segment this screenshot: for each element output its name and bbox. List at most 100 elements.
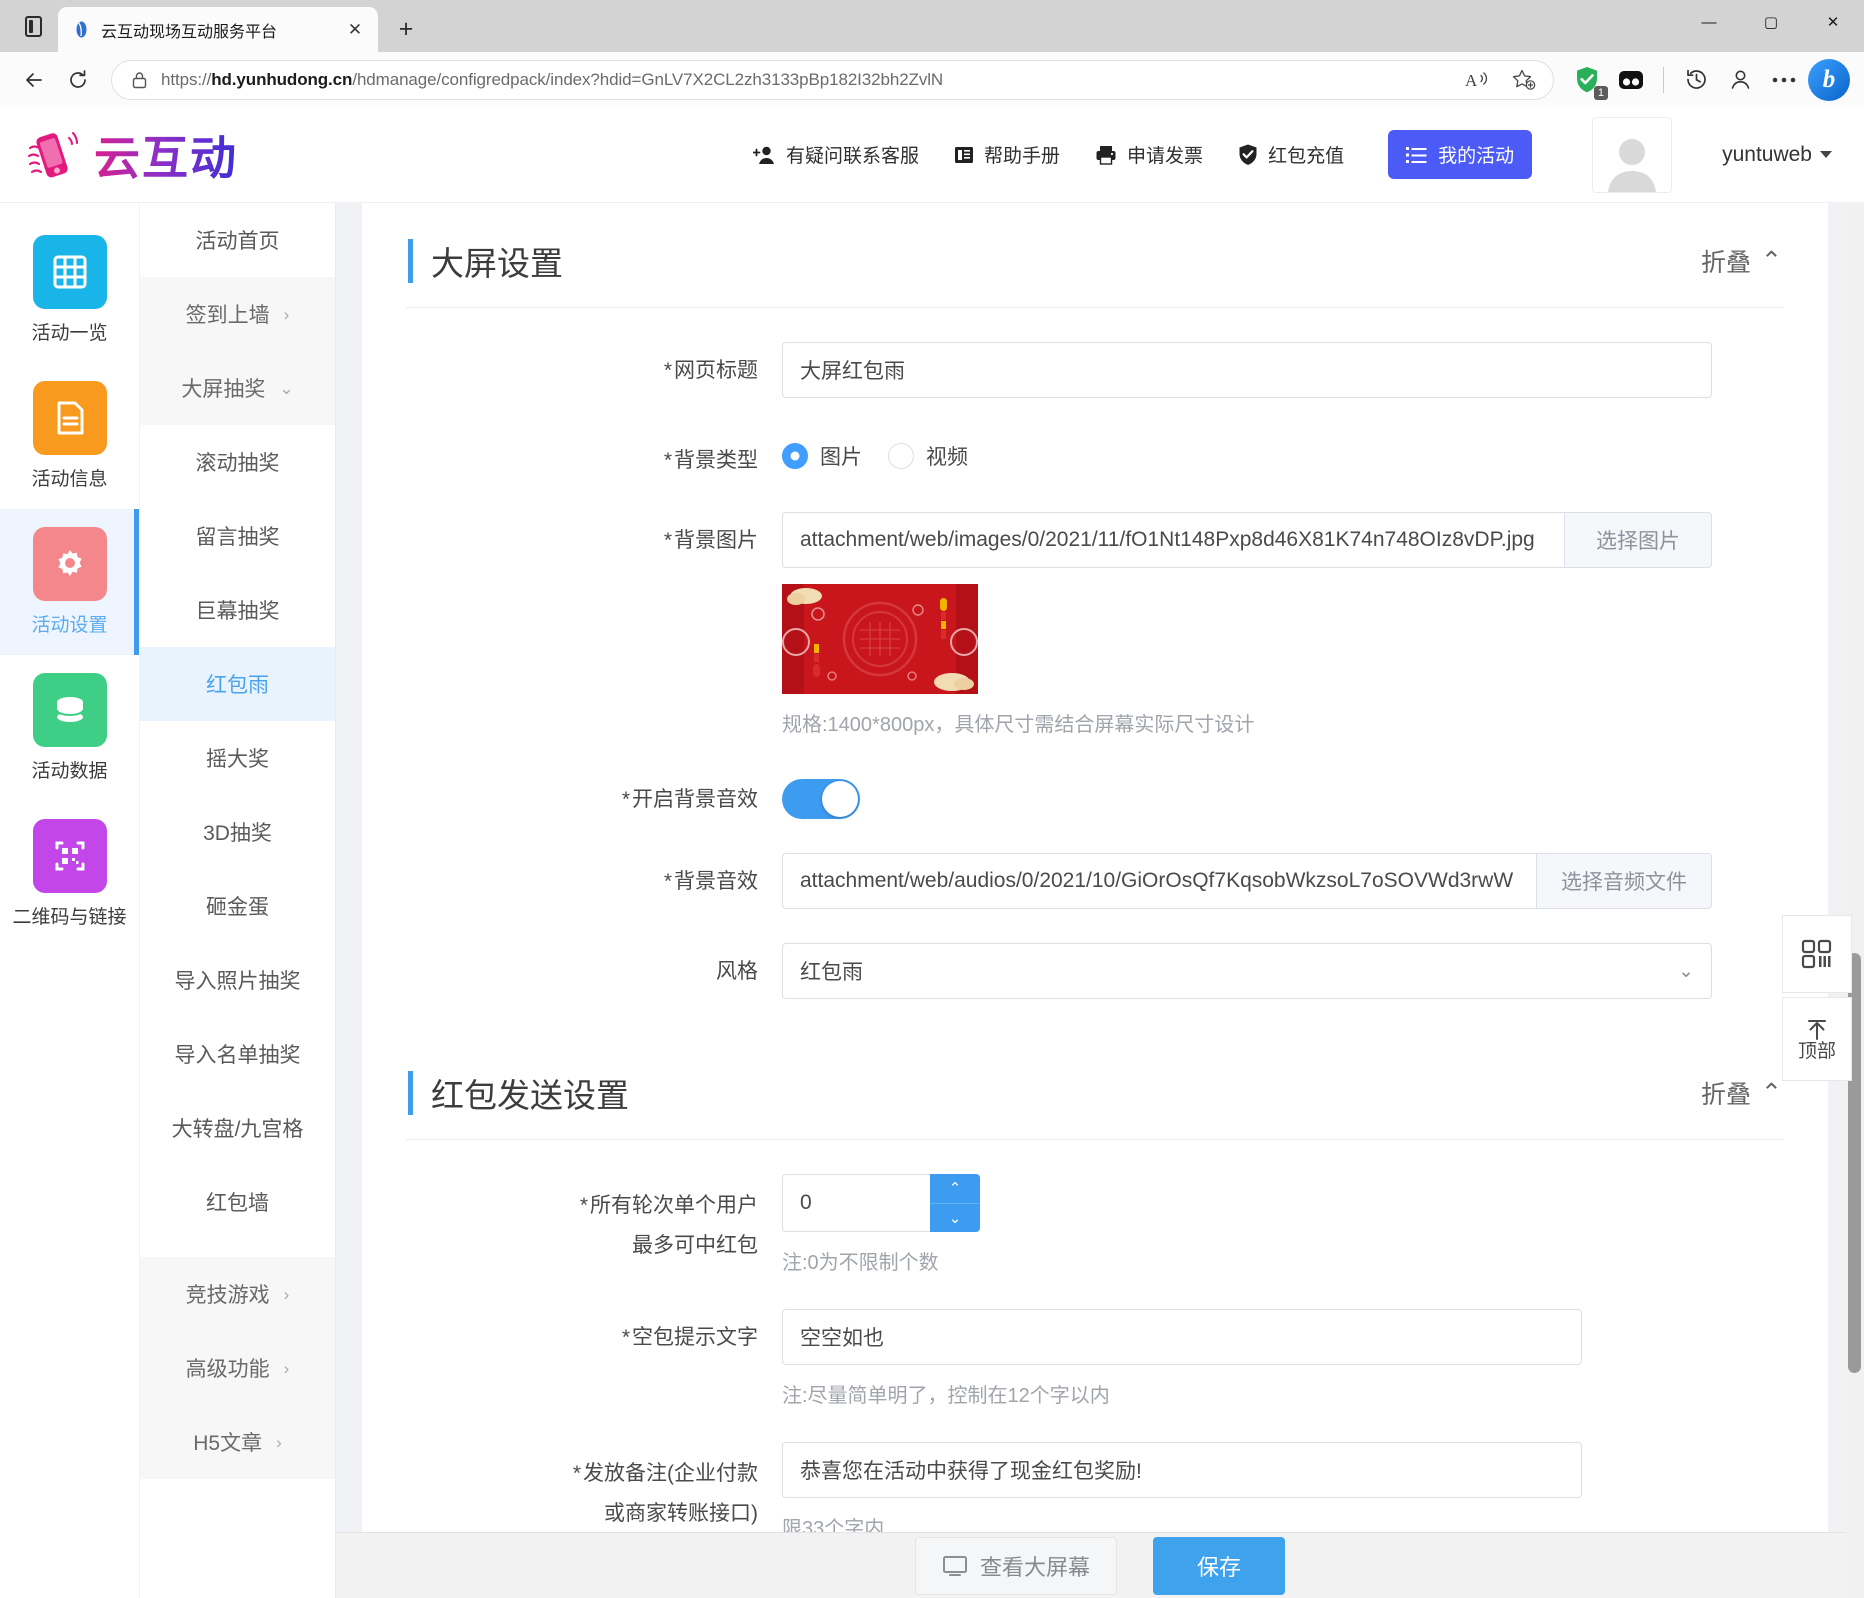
profile-icon[interactable]	[1720, 60, 1760, 100]
grid-icon	[33, 235, 107, 309]
field-label-bg-type: *背景类型	[362, 432, 782, 478]
avatar[interactable]	[1592, 117, 1672, 193]
header-nav: 有疑问联系客服 帮助手册 申请发票 红包充值 我的活动	[753, 117, 1832, 193]
section-header-screen-settings: 大屏设置 折叠 ⌃	[362, 203, 1828, 285]
preview-bigscreen-button[interactable]: 查看大屏幕	[915, 1537, 1117, 1595]
menu-item-shake-prize[interactable]: 摇大奖	[140, 721, 335, 795]
bg-audio-toggle-switch[interactable]	[782, 779, 860, 819]
field-row-remark: *发放备注(企业付款 或商家转账接口) 恭喜您在活动中获得了现金红包奖励! 限3…	[362, 1442, 1828, 1532]
sidebar-item-activity-list[interactable]: 活动一览	[0, 217, 139, 363]
menu-item-import-photo-lottery[interactable]: 导入照片抽奖	[140, 943, 335, 1017]
max-per-user-stepper[interactable]: 0 ⌃ ⌄	[782, 1174, 980, 1232]
header-link-invoice[interactable]: 申请发票	[1094, 141, 1203, 168]
browser-tab[interactable]: 云互动现场互动服务平台 ✕	[58, 7, 378, 52]
required-mark: *	[664, 529, 672, 552]
web-page: 云互动 有疑问联系客服 帮助手册 申请发票 红包充值	[0, 107, 1864, 1598]
bg-image-thumbnail[interactable]: ✕	[782, 584, 978, 694]
window-close-button[interactable]: ✕	[1802, 0, 1864, 44]
menu-item-bigscreen-lottery[interactable]: 大屏抽奖 ⌄	[140, 351, 335, 425]
menu-item-label: 红包雨	[206, 669, 269, 699]
secondary-menu: 活动首页 签到上墙 › 大屏抽奖 ⌄ 滚动抽奖 留言抽奖 巨幕抽奖	[140, 203, 336, 1598]
field-label-empty-text: *空包提示文字	[362, 1309, 782, 1355]
field-label-page-title: *网页标题	[362, 342, 782, 388]
chevron-right-icon: ›	[284, 306, 290, 323]
header-link-label: 帮助手册	[984, 141, 1060, 168]
choose-image-button[interactable]: 选择图片	[1564, 512, 1712, 568]
address-bar[interactable]: https://hd.yunhudong.cn/hdmanage/configr…	[111, 60, 1554, 100]
adblock-extension-icon[interactable]: 1	[1567, 60, 1607, 100]
radio-bg-type-image[interactable]: 图片	[782, 441, 862, 471]
section-title: 大屏设置	[431, 237, 563, 285]
my-activity-button[interactable]: 我的活动	[1388, 130, 1532, 179]
my-activity-label: 我的活动	[1438, 141, 1514, 168]
menu-item-h5-article[interactable]: H5文章 ›	[140, 1405, 335, 1479]
new-tab-button[interactable]: +	[388, 11, 424, 47]
menu-item-3d-lottery[interactable]: 3D抽奖	[140, 795, 335, 869]
menu-item-label: 活动首页	[196, 225, 280, 255]
radio-dot-icon	[888, 443, 914, 469]
required-mark: *	[573, 1462, 581, 1485]
bg-image-field-group: attachment/web/images/0/2021/11/fO1Nt148…	[782, 512, 1712, 568]
radio-dot-selected-icon	[782, 443, 808, 469]
window-minimize-button[interactable]: —	[1678, 0, 1740, 44]
bg-image-path-input[interactable]: attachment/web/images/0/2021/11/fO1Nt148…	[782, 512, 1564, 568]
tab-close-icon[interactable]: ✕	[342, 17, 368, 43]
site-logo[interactable]: 云互动	[20, 122, 238, 188]
choose-audio-button[interactable]: 选择音频文件	[1536, 853, 1712, 909]
menu-item-scroll-lottery[interactable]: 滚动抽奖	[140, 425, 335, 499]
field-row-max-per-user: *所有轮次单个用户 最多可中红包 0 ⌃ ⌄ 注:0为不限制	[362, 1174, 1828, 1275]
sidebar-item-activity-info[interactable]: 活动信息	[0, 363, 139, 509]
reload-icon[interactable]	[58, 60, 98, 100]
menu-item-redpacket-wall[interactable]: 红包墙	[140, 1165, 335, 1239]
chevron-right-icon: ›	[284, 1286, 290, 1303]
scroll-to-top-button[interactable]: 顶部	[1782, 997, 1852, 1081]
fold-toggle-screen-settings[interactable]: 折叠 ⌃	[1701, 243, 1782, 279]
menu-item-competitive-games[interactable]: 竞技游戏 ›	[140, 1257, 335, 1331]
remark-input[interactable]: 恭喜您在活动中获得了现金红包奖励!	[782, 1442, 1582, 1498]
sidebar-item-activity-data[interactable]: 活动数据	[0, 655, 139, 801]
empty-text-input[interactable]: 空空如也	[782, 1309, 1582, 1365]
window-maximize-button[interactable]: ▢	[1740, 0, 1802, 44]
more-options-icon[interactable]	[1764, 60, 1804, 100]
radio-bg-type-video[interactable]: 视频	[888, 441, 968, 471]
site-favicon-icon	[72, 20, 91, 39]
menu-item-label: 巨幕抽奖	[196, 595, 280, 625]
menu-item-import-namelist-lottery[interactable]: 导入名单抽奖	[140, 1017, 335, 1091]
menu-item-signin-wall[interactable]: 签到上墙 ›	[140, 277, 335, 351]
stepper-up-icon[interactable]: ⌃	[930, 1174, 980, 1204]
back-icon[interactable]	[14, 60, 54, 100]
menu-item-golden-egg[interactable]: 砸金蛋	[140, 869, 335, 943]
fold-toggle-redpack-settings[interactable]: 折叠 ⌃	[1701, 1075, 1782, 1111]
sidebar-item-label: 活动信息	[31, 464, 107, 491]
menu-item-giant-screen-lottery[interactable]: 巨幕抽奖	[140, 573, 335, 647]
page-title-input[interactable]: 大屏红包雨	[782, 342, 1712, 398]
stepper-down-icon[interactable]: ⌄	[930, 1204, 980, 1233]
sidebar-item-activity-settings[interactable]: 活动设置	[0, 509, 139, 655]
menu-item-label: 留言抽奖	[196, 521, 280, 551]
menu-item-wheel-grid[interactable]: 大转盘/九宫格	[140, 1091, 335, 1165]
header-link-recharge[interactable]: 红包充值	[1237, 141, 1344, 168]
menu-item-advanced-features[interactable]: 高级功能 ›	[140, 1331, 335, 1405]
header-link-customer-service[interactable]: 有疑问联系客服	[753, 141, 919, 168]
copilot-button[interactable]: b	[1808, 59, 1850, 101]
menu-item-activity-home[interactable]: 活动首页	[140, 203, 335, 277]
tab-search-icon[interactable]	[14, 7, 52, 45]
read-aloud-icon[interactable]: A	[1461, 63, 1495, 97]
bg-audio-path-input[interactable]: attachment/web/audios/0/2021/10/GiOrOsQf…	[782, 853, 1536, 909]
header-link-help-manual[interactable]: 帮助手册	[953, 141, 1060, 168]
max-per-user-input[interactable]: 0	[782, 1174, 930, 1232]
history-icon[interactable]	[1676, 60, 1716, 100]
float-qrcode-button[interactable]	[1782, 915, 1852, 993]
section-divider	[406, 307, 1784, 308]
menu-item-message-lottery[interactable]: 留言抽奖	[140, 499, 335, 573]
favorite-add-icon[interactable]	[1507, 63, 1541, 97]
save-button[interactable]: 保存	[1153, 1537, 1285, 1595]
style-select[interactable]: 红包雨 ⌄	[782, 943, 1712, 999]
user-menu[interactable]: yuntuweb	[1722, 143, 1832, 167]
page-scrollbar[interactable]	[1845, 203, 1864, 1598]
split-screen-icon[interactable]	[1611, 60, 1651, 100]
menu-item-redpacket-rain[interactable]: 红包雨	[140, 647, 335, 721]
sidebar-item-qrcode-link[interactable]: 二维码与链接	[0, 801, 139, 947]
required-mark: *	[664, 449, 672, 472]
arrow-up-icon	[1804, 1019, 1830, 1041]
